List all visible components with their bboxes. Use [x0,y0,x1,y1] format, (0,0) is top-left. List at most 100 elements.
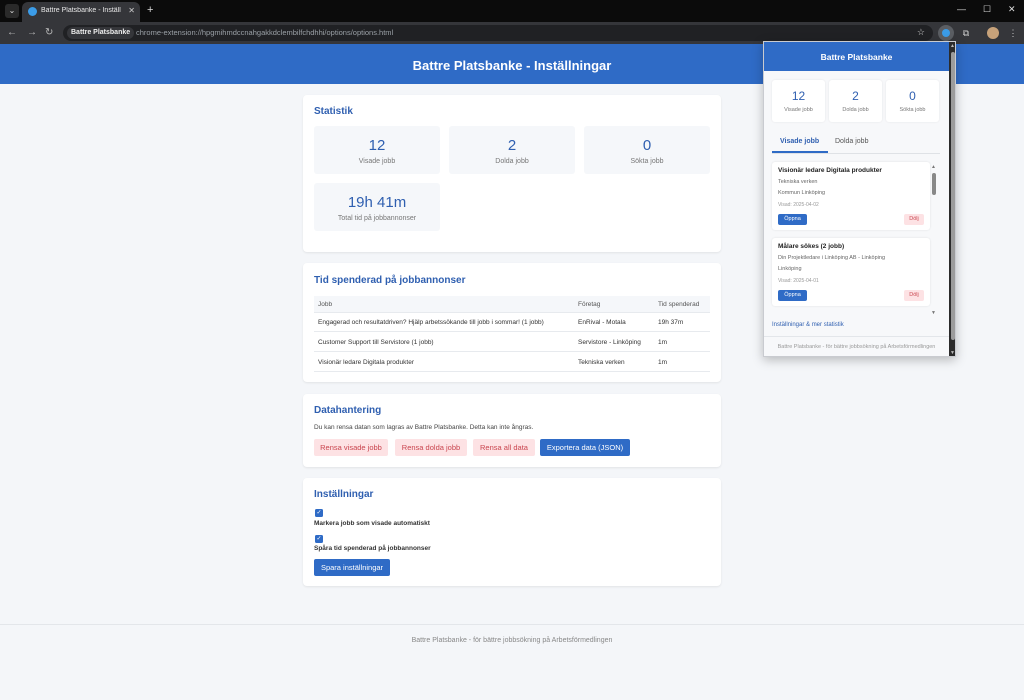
track-time-label: Spåra tid spenderad på jobbannonser [314,545,431,552]
url-text[interactable]: chrome-extension://hpgmihmdccnahgakkdcle… [136,28,393,37]
stat-label: Dolda jobb [495,158,529,165]
scroll-up-icon[interactable]: ▲ [931,164,936,170]
stat-viewed-jobs: 12 Visade jobb [314,126,440,174]
popup-footer-text: Battre Platsbanke - för bättre jobbsökni… [777,344,936,350]
stat-label: Dolda jobb [842,107,869,113]
track-time-checkbox[interactable]: ✓ [315,535,323,543]
popup-stat-applied: 0 Sökta jobb [886,80,939,122]
job-cell: Visionär ledare Digitala produkter [318,359,414,366]
job-company: Din Projektledare i Linköping AB - Linkö… [778,255,886,261]
scroll-down-icon[interactable]: ▼ [931,310,936,316]
data-handling-card: Datahantering Du kan rensa datan som lag… [303,394,721,467]
stat-value: 12 [368,137,386,154]
job-title: Målare sökes (2 jobb) [778,243,845,250]
stat-label: Sökta jobb [630,158,664,165]
new-tab-icon[interactable]: + [147,4,153,16]
column-header: Företag [578,301,601,308]
save-settings-button[interactable]: Spara inställningar [314,559,390,576]
settings-link[interactable]: Inställningar & mer statistik [772,322,844,328]
clear-hidden-button[interactable]: Rensa dolda jobb [395,439,467,456]
browser-tab[interactable]: Battre Platsbanke - Inställningar ✕ [22,2,140,22]
settings-title: Inställningar [314,489,374,500]
back-icon[interactable]: ← [7,27,17,38]
job-location: Kommun Linköping [778,190,826,196]
hide-job-button[interactable]: Dölj [904,214,924,225]
table-row: Customer Support till Servistore (1 jobb… [314,333,710,352]
column-header: Tid spenderad [658,301,700,308]
stat-label: Visade jobb [784,107,813,113]
stat-label: Total tid på jobbannonser [337,215,417,222]
job-company: Tekniska verken [778,179,818,185]
popup-tabs: Visade jobb Dolda jobb [772,134,940,154]
settings-card: Inställningar ✓ Markera jobb som visade … [303,478,721,586]
auto-mark-label: Markera jobb som visade automatiskt [314,520,430,527]
tab-viewed-jobs[interactable]: Visade jobb [780,138,819,145]
extension-icon[interactable] [938,25,954,41]
time-cell: 19h 37m [658,319,684,326]
popup-scrollbar[interactable]: ▲ ▼ [949,42,955,356]
extension-favicon-icon [28,7,37,16]
scrollbar-thumb[interactable] [951,52,955,340]
close-tab-icon[interactable]: ✕ [128,6,135,15]
tab-search-icon[interactable]: ⌄ [5,4,19,18]
extension-popup: Battre Platsbanke 12 Visade jobb 2 Dolda… [763,41,956,357]
site-chip[interactable]: Battre Platsbanke [67,27,135,39]
page-footer: Battre Platsbanke - för bättre jobbsökni… [0,624,1024,664]
profile-avatar-icon[interactable] [987,27,999,39]
company-cell: Servistore - Linköping [578,339,641,346]
maximize-icon[interactable]: ☐ [983,4,991,15]
stat-hidden-jobs: 2 Dolda jobb [449,126,575,174]
job-cell: Engagerad och resultatdriven? Hjälp arbe… [318,319,544,326]
time-spent-title: Tid spenderad på jobbannonser [314,275,466,286]
table-row: Visionär ledare Digitala produkter Tekni… [314,353,710,372]
table-row: Engagerad och resultatdriven? Hjälp arbe… [314,313,710,332]
time-spent-card: Tid spenderad på jobbannonser Jobb Föret… [303,263,721,382]
forward-icon[interactable]: → [27,27,37,38]
scrollbar-thumb[interactable] [932,173,936,195]
stat-value: 0 [909,89,916,103]
job-card: Målare sökes (2 jobb) Din Projektledare … [772,238,930,306]
hide-job-button[interactable]: Dölj [904,290,924,301]
clear-viewed-button[interactable]: Rensa visade jobb [314,439,388,456]
stat-value: 19h 41m [347,194,407,211]
company-cell: Tekniska verken [578,359,625,366]
stat-value: 2 [507,137,517,154]
open-job-button[interactable]: Öppna [778,214,807,225]
job-list-scrollbar[interactable]: ▲ ▼ [931,164,938,318]
open-job-button[interactable]: Öppna [778,290,807,301]
job-date: Visad: 2025-04-02 [778,202,819,208]
job-date: Visad: 2025-04-01 [778,278,819,284]
minimize-icon[interactable]: — [957,4,966,14]
job-cell: Customer Support till Servistore (1 jobb… [318,339,434,346]
auto-mark-checkbox[interactable]: ✓ [315,509,323,517]
data-handling-title: Datahantering [314,405,382,416]
stat-applied-jobs: 0 Sökta jobb [584,126,710,174]
active-tab-indicator [772,151,828,153]
statistics-card: Statistik 12 Visade jobb 2 Dolda jobb 0 … [303,95,721,252]
stat-value: 12 [791,89,806,103]
bookmark-star-icon[interactable]: ☆ [917,27,925,38]
statistics-title: Statistik [314,106,353,117]
stat-label: Visade jobb [358,158,396,165]
tab-title: Battre Platsbanke - Inställningar [41,7,121,14]
stat-value: 0 [642,137,652,154]
window-close-icon[interactable]: ✕ [1008,4,1016,15]
address-bar[interactable]: Battre Platsbanke chrome-extension://hpg… [63,25,933,41]
popup-footer: Battre Platsbanke - för bättre jobbsökni… [764,336,949,350]
scroll-up-icon[interactable]: ▲ [950,43,955,49]
time-cell: 1m [658,359,668,366]
export-json-button[interactable]: Exportera data (JSON) [540,439,630,456]
menu-kebab-icon[interactable]: ⋮ [1007,27,1019,39]
column-header: Jobb [318,301,333,308]
scroll-down-icon[interactable]: ▼ [950,350,955,356]
stat-total-time: 19h 41m Total tid på jobbannonser [314,183,440,231]
tab-hidden-jobs[interactable]: Dolda jobb [835,138,868,145]
popup-stat-hidden: 2 Dolda jobb [829,80,882,122]
reload-icon[interactable]: ↻ [45,27,53,38]
table-header: Jobb Företag Tid spenderad [314,296,710,313]
browser-tab-bar: ⌄ Battre Platsbanke - Inställningar ✕ + … [0,0,1024,22]
clear-all-button[interactable]: Rensa all data [473,439,535,456]
stat-value: 2 [852,89,859,103]
footer-text: Battre Platsbanke - för bättre jobbsökni… [411,637,613,644]
extensions-puzzle-icon[interactable]: ⧉ [960,27,972,39]
